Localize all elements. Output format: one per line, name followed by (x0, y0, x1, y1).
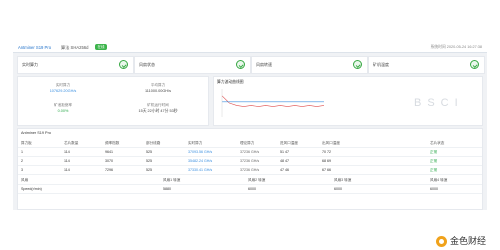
table-cell: 进风口温度 (280, 141, 298, 145)
table-cell: 7296 (105, 168, 113, 172)
table-cell: 理论算力 (240, 141, 255, 145)
table-cell: 部分线路 (146, 141, 161, 145)
summary-realtime: 实时算力 107629.20GH/s (23, 83, 103, 93)
table-cell: 正常 (430, 168, 438, 172)
table-cell: 风扇1 转速 (163, 178, 181, 182)
summary-label: 平均算力 (150, 83, 166, 87)
table-cell: 70 72 (322, 150, 331, 154)
card-label: 风扇转速 (256, 62, 272, 67)
table-row: 1 114 9641 525 37093.56 GH/s 37236 GH/s 51 47 7… (18, 148, 482, 157)
top-bar: Antminer S19 Pro 算法 SHA256d 在线 系统时间 2020… (13, 42, 487, 53)
table-cell: 正常 (430, 150, 438, 154)
table-cell: 48 47 (280, 159, 289, 163)
chart-series-line (221, 95, 325, 107)
table-cell: 51 47 (280, 150, 289, 154)
table-cell: 风扇2 转速 (248, 178, 266, 182)
hashrate-chart: 算力波动曲线图 BSCI (213, 76, 483, 126)
table-cell: 525 (146, 168, 152, 172)
chart-plot (221, 89, 325, 117)
card-hashrate[interactable]: 实时算力 (17, 56, 134, 74)
table-cell: 芯片数量 (64, 141, 79, 145)
brand-logo-icon (435, 236, 447, 247)
table-cell: 芯片状态 (430, 141, 445, 145)
table-cell: 出风口温度 (322, 141, 340, 145)
table-cell: 6000 (334, 187, 342, 191)
table-cell: 正常 (430, 159, 438, 163)
table-cell: 47 46 (280, 168, 289, 172)
card-fan-speed[interactable]: 风扇转速 (251, 56, 368, 74)
table-cell: 频率档数 (105, 141, 120, 145)
miner-model-title: Antminer S19 Pro (18, 45, 52, 50)
table-row: 2 114 3070 525 35482.24 GH/s 37236 GH/s 48 47 6… (18, 157, 482, 166)
summary-label: 矿机运行时间 (147, 103, 169, 107)
table-cell: 37330.41 GH/s (188, 168, 213, 172)
table-cell: 9641 (105, 150, 113, 154)
card-label: 实时算力 (22, 62, 38, 67)
summary-panel: 实时算力 107629.20GH/s 平均算力 111000.00GH/s 矿池… (17, 76, 209, 126)
system-time: 系统时间 2020-05-24 16:27:38 (430, 45, 483, 49)
table-cell: 3 (21, 168, 23, 172)
ok-check-icon (236, 60, 245, 69)
summary-value: 0.00% (57, 109, 69, 113)
summary-uptime: 矿机运行时间 15天 22小时 47分 53秒 (118, 103, 198, 114)
summary-value: 15天 22小时 47分 53秒 (138, 109, 178, 113)
summary-reject-rate: 矿池拒绝率 0.00% (23, 103, 103, 113)
table-cell: 68 69 (322, 159, 331, 163)
ok-check-icon (353, 60, 362, 69)
table-cell: 3070 (105, 159, 113, 163)
summary-value: 111000.00GH/s (144, 89, 172, 93)
footer-brand: 金色财经 (435, 234, 486, 247)
table-cell: 6000 (430, 187, 438, 191)
table-title: Antminer S19 Pro (21, 131, 51, 135)
table-cell: 风扇3 转速 (334, 178, 352, 182)
table-cell: 37236 GH/s (240, 168, 260, 172)
card-temperature[interactable]: 矿机温度 (368, 56, 485, 74)
table-cell: 算力板 (21, 141, 32, 145)
summary-average: 平均算力 111000.00GH/s (118, 83, 198, 93)
table-cell: 实时算力 (188, 141, 203, 145)
table-cell: 2 (21, 159, 23, 163)
table-header-row: 算力板 芯片数量 频率档数 部分线路 实时算力 理论算力 进风口温度 出风口温度 芯片状态 (18, 139, 482, 148)
card-fan-status[interactable]: 风扇状态 (134, 56, 251, 74)
table-cell: 525 (146, 150, 152, 154)
algorithm-label: 算法 SHA256d (61, 45, 89, 50)
miner-dashboard: Antminer S19 Pro 算法 SHA256d 在线 系统时间 2020… (13, 42, 487, 210)
card-label: 矿机温度 (373, 62, 389, 67)
ok-check-icon (119, 60, 128, 69)
table-cell: 37093.56 GH/s (188, 150, 213, 154)
table-cell: 1 (21, 150, 23, 154)
table-cell: 114 (64, 159, 70, 163)
summary-value: 107629.20GH/s (49, 89, 77, 93)
fan-speed-row: Speed(r/min) 5880 6000 6000 6000 (18, 185, 482, 194)
status-badge: 在线 (95, 44, 107, 50)
table-cell: 114 (64, 150, 70, 154)
ok-check-icon (470, 60, 479, 69)
summary-label: 矿池拒绝率 (54, 103, 72, 107)
table-cell: 5880 (163, 187, 171, 191)
table-cell: 35482.24 GH/s (188, 159, 213, 163)
table-cell: 525 (146, 159, 152, 163)
table-row: 3 114 7296 525 37330.41 GH/s 37236 GH/s 47 46 6… (18, 166, 482, 175)
table-cell: 6000 (248, 187, 256, 191)
summary-label: 实时算力 (55, 83, 71, 87)
table-cell: 37236 GH/s (240, 159, 260, 163)
fan-header-row: 风扇 风扇1 转速 风扇2 转速 风扇3 转速 风扇4 转速 (18, 176, 482, 185)
table-cell: Speed(r/min) (21, 187, 42, 191)
table-cell: 风扇 (21, 178, 29, 182)
table-cell: 风扇4 转速 (430, 178, 448, 182)
table-cell: 114 (64, 168, 70, 172)
card-label: 风扇状态 (139, 62, 155, 67)
brand-name: 金色财经 (449, 237, 486, 247)
table-cell: 67 66 (322, 168, 331, 172)
table-cell: 37236 GH/s (240, 150, 260, 154)
board-table: Antminer S19 Pro 算力板 芯片数量 频率档数 部分线路 实时算力 理论算力… (17, 128, 483, 210)
